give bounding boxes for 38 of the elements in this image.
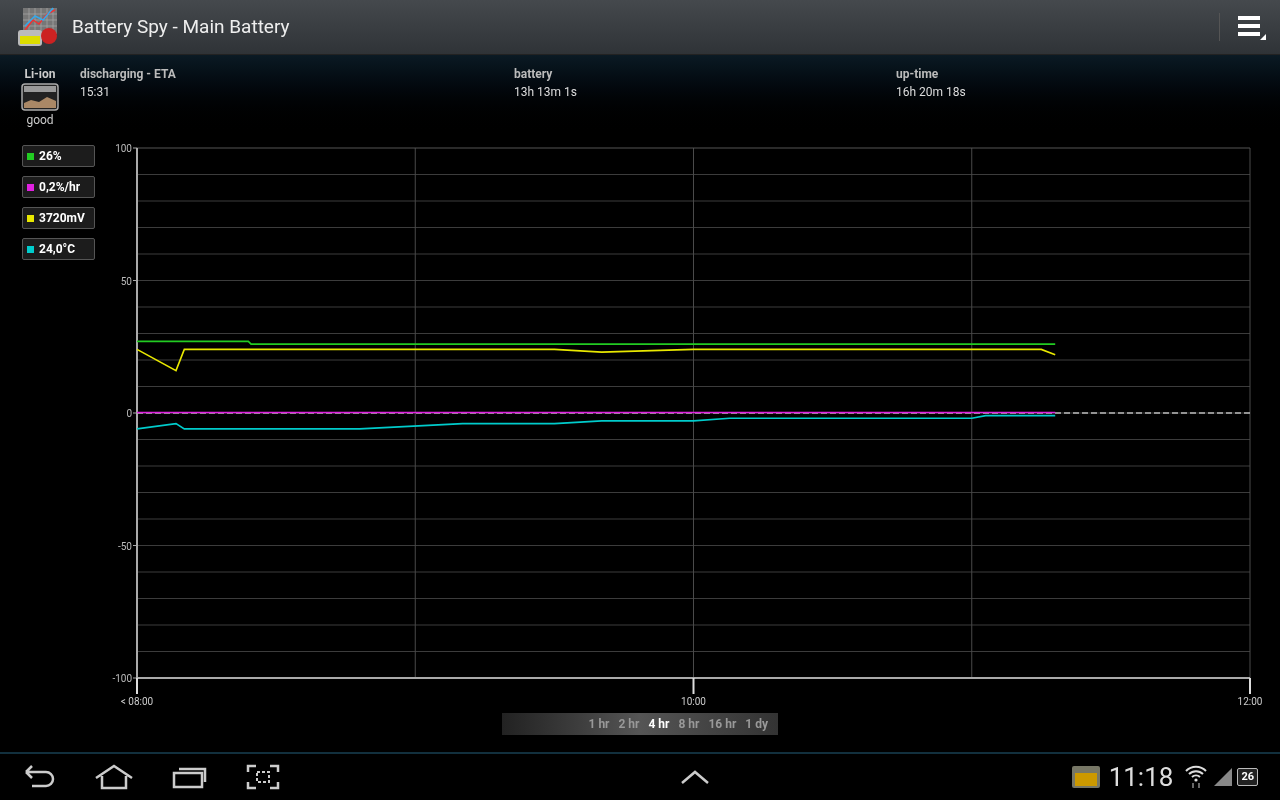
y-tick-label: 50 [120,275,132,287]
screenshot-icon[interactable] [246,764,280,790]
signal-icon [1213,767,1234,787]
legend-value: 26% [39,148,62,165]
info-value: 13h 13m 1s [514,84,578,101]
caret-up-icon[interactable] [680,769,711,785]
battery-type: Li-ion [24,66,56,82]
info-value: 15:31 [80,84,111,101]
info-value: 16h 20m 18s [896,84,967,101]
wifi-icon [1185,765,1208,789]
app-title: Battery Spy - Main Battery [72,13,290,40]
x-tick-label: < 08:00 [120,696,154,707]
y-tick-label: -50 [118,540,132,552]
time-range-option[interactable]: 8 hr [678,715,700,733]
back-icon[interactable] [22,764,56,790]
legend-value: 3720mV [39,210,85,227]
battery-health-icon [21,83,59,111]
menu-icon[interactable] [1238,14,1266,40]
info-label: up-time [896,66,940,82]
x-tick-label: 10:00 [681,696,706,707]
battery-status: 26 [1237,768,1258,786]
y-tick-label: 100 [115,143,132,154]
time-range-option[interactable]: 2 hr [618,715,640,733]
time-range-option[interactable]: 1 dy [745,715,768,733]
legend-value: 24,0°C [39,241,76,258]
info-label: discharging - ETA [80,66,177,82]
time-range-option[interactable]: 4 hr [648,715,670,733]
home-icon[interactable] [94,764,134,790]
y-tick-label: -100 [112,673,132,684]
info-label: battery [514,66,554,82]
legend-value: 0,2%/hr [39,179,81,196]
time-range-option[interactable]: 16 hr [708,715,737,733]
battery-health: good [26,112,54,128]
clock: 11:18 [1108,760,1174,794]
app-notification-icon [1070,765,1101,789]
time-range-option[interactable]: 1 hr [588,715,610,733]
y-tick-label: 0 [126,408,132,419]
x-tick-label: 12:00 [1237,696,1263,707]
